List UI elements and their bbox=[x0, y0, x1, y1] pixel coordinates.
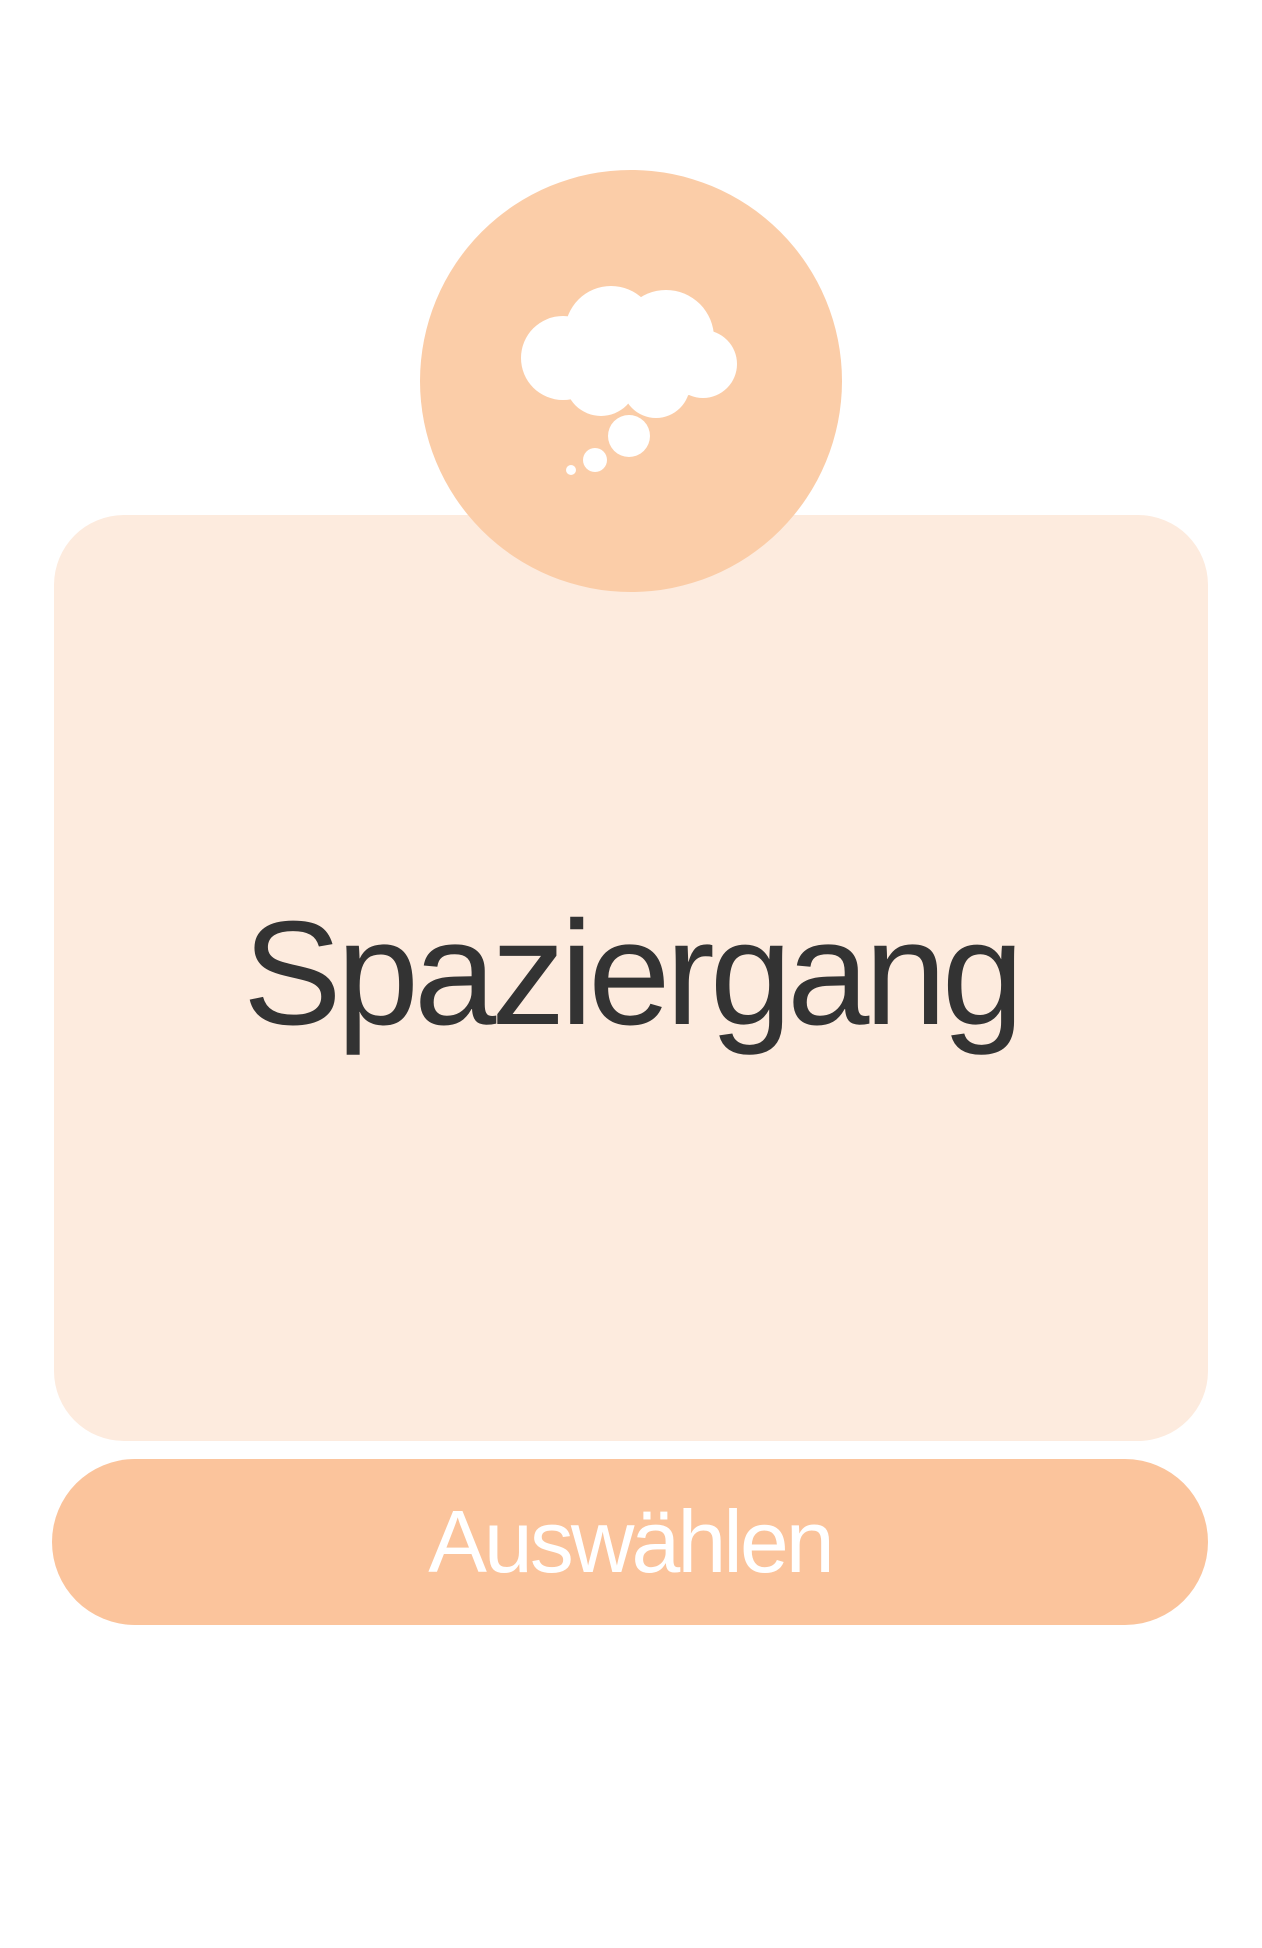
activity-screen: Spaziergang Auswählen bbox=[0, 0, 1262, 1948]
select-button[interactable]: Auswählen bbox=[52, 1459, 1208, 1625]
activity-icon-badge bbox=[420, 170, 842, 592]
thought-bubble-icon bbox=[521, 286, 737, 475]
activity-card: Spaziergang bbox=[54, 515, 1208, 1441]
activity-title: Spaziergang bbox=[242, 891, 1024, 1056]
